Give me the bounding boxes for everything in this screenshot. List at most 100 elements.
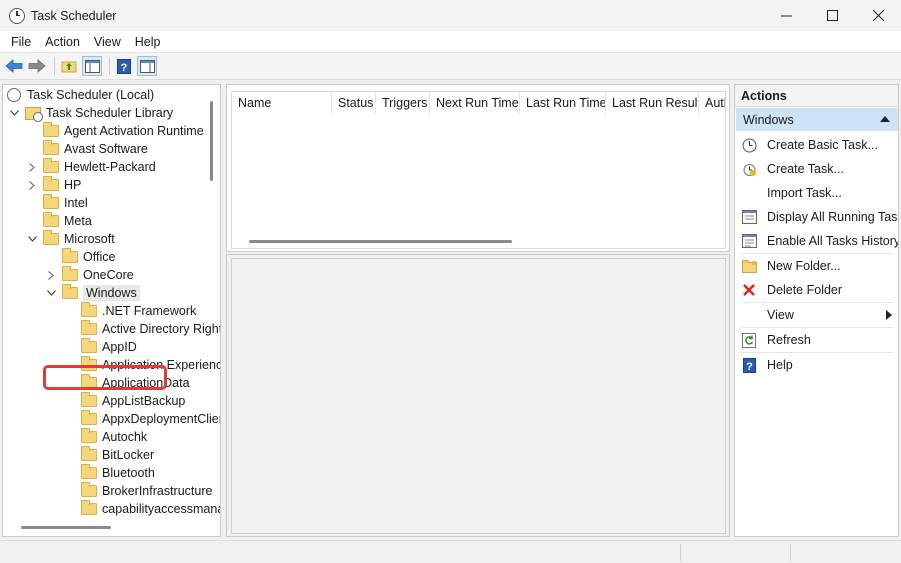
chevron-down-icon[interactable] — [27, 236, 37, 242]
column-header-name[interactable]: Name — [232, 92, 332, 114]
tree-item[interactable]: OneCore — [46, 266, 134, 284]
tree-item[interactable]: Intel — [27, 194, 88, 212]
tree-item[interactable]: Office — [46, 248, 115, 266]
tree-item[interactable]: Microsoft — [27, 230, 115, 248]
actions-section-windows[interactable]: Windows — [736, 108, 898, 131]
tree-item[interactable]: .NET Framework — [65, 302, 196, 320]
collapse-caret-icon[interactable] — [880, 116, 890, 122]
up-one-level-button[interactable] — [59, 56, 79, 76]
tree-item-label: BrokerInfrastructure — [102, 484, 213, 498]
folder-icon — [81, 338, 97, 353]
tree-item[interactable]: AppListBackup — [65, 392, 185, 410]
action-enable-tasks-history[interactable]: Enable All Tasks History — [735, 229, 898, 253]
column-header-next-run-time[interactable]: Next Run Time — [430, 92, 520, 114]
action-new-folder[interactable]: New Folder... — [735, 254, 898, 278]
tree-item[interactable]: capabilityaccessmanager — [65, 500, 220, 518]
tree-item-label: .NET Framework — [102, 304, 197, 318]
folder-icon — [81, 482, 97, 497]
tree-item[interactable]: BrokerInfrastructure — [65, 482, 212, 500]
svg-text:?: ? — [121, 62, 128, 74]
tree-item-label: HP — [64, 178, 82, 192]
tree-vertical-scrollbar[interactable] — [210, 101, 213, 181]
highlight-annotation — [43, 365, 167, 390]
tree-item[interactable]: Windows — [46, 284, 140, 302]
svg-text:?: ? — [746, 361, 753, 373]
tree-item[interactable]: Hewlett-Packard — [27, 158, 156, 176]
chevron-down-icon[interactable] — [46, 290, 56, 296]
show-hide-action-pane-button[interactable] — [137, 56, 157, 76]
forward-button[interactable] — [27, 56, 47, 76]
chevron-right-icon[interactable] — [27, 162, 37, 172]
tree-root[interactable]: Task Scheduler (Local) — [7, 86, 154, 104]
chevron-right-icon[interactable] — [27, 180, 37, 190]
folder-icon — [81, 410, 97, 425]
help-toolbar-button[interactable]: ? — [114, 56, 134, 76]
action-display-running-tasks[interactable]: Display All Running Tasks — [735, 205, 898, 229]
action-label: Create Basic Task... — [767, 138, 878, 152]
folder-icon — [81, 320, 97, 335]
menu-view[interactable]: View — [87, 35, 128, 49]
action-view[interactable]: View — [735, 303, 898, 327]
tree-item-label: AppxDeploymentClient — [102, 412, 221, 426]
tree-item[interactable]: Avast Software — [27, 140, 148, 158]
table-horizontal-scrollbar[interactable] — [249, 240, 512, 243]
tree-item[interactable]: Agent Activation Runtime — [27, 122, 204, 140]
chevron-right-icon[interactable] — [46, 270, 56, 280]
tree-item[interactable]: AppID — [65, 338, 137, 356]
status-bar-segment — [790, 544, 791, 561]
column-header-triggers[interactable]: Triggers — [376, 92, 430, 114]
menu-action[interactable]: Action — [38, 35, 87, 49]
close-button[interactable] — [855, 0, 901, 31]
action-create-task[interactable]: Create Task... — [735, 157, 898, 181]
action-help[interactable]: ? Help — [735, 353, 898, 377]
folder-icon — [62, 284, 78, 299]
action-label: Refresh — [767, 333, 811, 347]
library-folder-icon — [25, 106, 43, 122]
action-refresh[interactable]: Refresh — [735, 328, 898, 352]
chevron-down-icon[interactable] — [9, 110, 19, 116]
show-hide-console-tree-button[interactable] — [82, 56, 102, 76]
tree-horizontal-scrollbar[interactable] — [21, 526, 111, 529]
menu-file[interactable]: File — [4, 35, 38, 49]
tree-root-label: Task Scheduler (Local) — [27, 88, 155, 102]
submenu-arrow-icon — [886, 310, 892, 320]
column-header-author[interactable]: Author — [699, 92, 725, 114]
column-header-last-run-result[interactable]: Last Run Result — [606, 92, 699, 114]
show-hide-tree-icon — [84, 59, 100, 73]
tree-item-label: Agent Activation Runtime — [64, 124, 204, 138]
minimize-button[interactable] — [763, 0, 809, 31]
folder-icon — [62, 266, 78, 281]
create-task-icon — [741, 161, 757, 177]
actions-header: Actions — [735, 85, 898, 107]
tree-item[interactable]: Active Directory Rights Management Servi… — [65, 320, 220, 338]
maximize-icon — [826, 10, 838, 21]
action-import-task[interactable]: Import Task... — [735, 181, 898, 205]
help-icon: ? — [741, 357, 757, 373]
tree-library[interactable]: Task Scheduler Library — [9, 104, 173, 122]
tree-item[interactable]: Bluetooth — [65, 464, 155, 482]
column-header-last-run-time[interactable]: Last Run Time — [520, 92, 606, 114]
tree-item-label: capabilityaccessmanager — [102, 502, 220, 516]
tree-item[interactable]: AppxDeploymentClient — [65, 410, 221, 428]
task-list-table[interactable]: Name Status Triggers Next Run Time Last … — [231, 91, 726, 249]
task-list-pane: Name Status Triggers Next Run Time Last … — [226, 84, 730, 252]
action-delete-folder[interactable]: Delete Folder — [735, 278, 898, 302]
tree-item[interactable]: Meta — [27, 212, 92, 230]
column-header-status[interactable]: Status — [332, 92, 376, 114]
task-detail-area — [231, 258, 726, 534]
tree-item-label: Office — [83, 250, 116, 264]
action-create-basic-task[interactable]: Create Basic Task... — [735, 133, 898, 157]
folder-icon — [81, 392, 97, 407]
tree-item[interactable]: Autochk — [65, 428, 147, 446]
task-scheduler-icon — [7, 88, 21, 102]
console-tree[interactable]: Task Scheduler (Local) Task Scheduler Li… — [2, 84, 221, 537]
menu-help[interactable]: Help — [128, 35, 168, 49]
tree-item[interactable]: BitLocker — [65, 446, 154, 464]
tree-item[interactable]: HP — [27, 176, 81, 194]
create-basic-task-icon — [741, 137, 757, 153]
back-button[interactable] — [4, 56, 24, 76]
maximize-button[interactable] — [809, 0, 855, 31]
refresh-icon — [741, 332, 757, 348]
title-bar: Task Scheduler — [0, 0, 901, 31]
folder-icon — [43, 176, 59, 191]
